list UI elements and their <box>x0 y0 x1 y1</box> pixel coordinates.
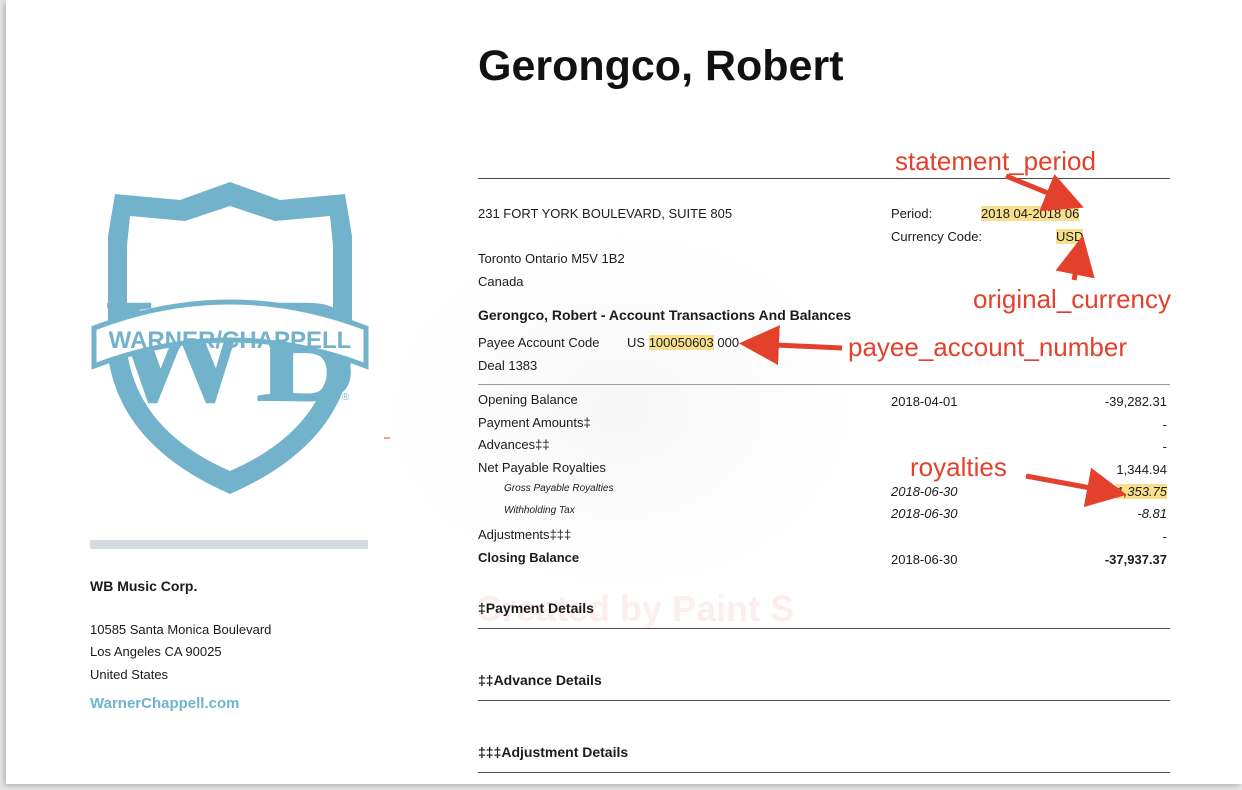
arrow-royalties <box>1025 467 1127 508</box>
annotation-arrows <box>384 173 1127 508</box>
arrow-statement-period <box>1005 173 1084 212</box>
arrow-original-currency <box>1055 235 1095 281</box>
statement-page: Created by Paint S WB WARNER/CHAPPELL ® … <box>6 0 1242 784</box>
arrow-payee-account-number <box>739 325 843 366</box>
